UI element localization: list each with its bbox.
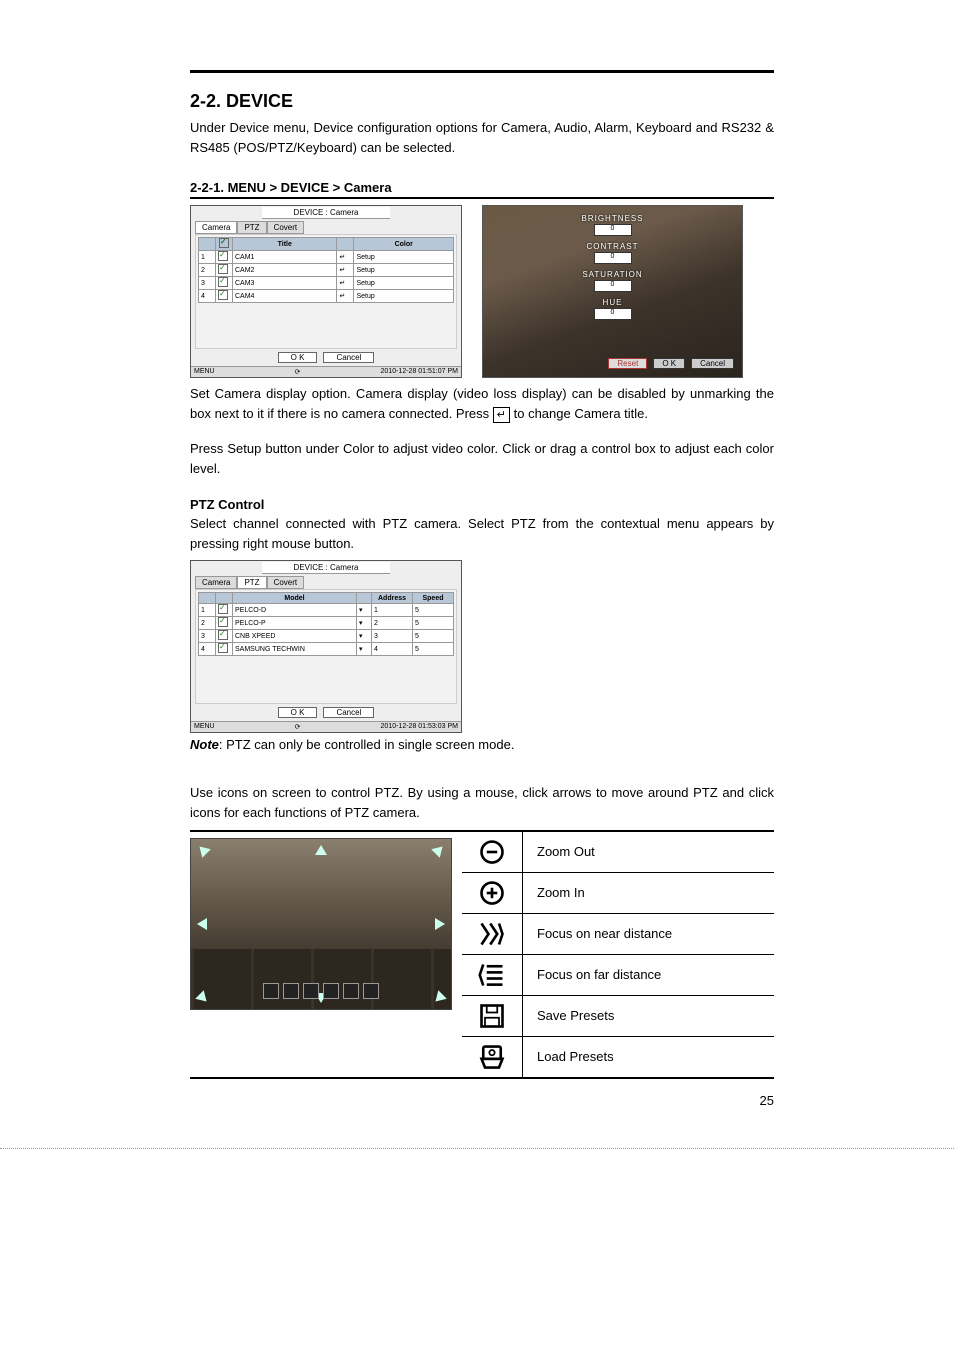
tab-covert[interactable]: Covert [267, 221, 305, 234]
table-row: Focus on far distance [462, 954, 774, 995]
section-title: 2-2. DEVICE [190, 91, 774, 112]
brightness-label: BRIGHTNESS [528, 214, 698, 223]
camera-dialog-screenshot: DEVICE : Camera Camera PTZ Covert Title … [190, 205, 462, 378]
ptz-paragraph: Select channel connected with PTZ camera… [190, 514, 774, 554]
tab-ptz[interactable]: PTZ [237, 221, 266, 234]
tab-camera[interactable]: Camera [195, 576, 237, 589]
tab-camera[interactable]: Camera [195, 221, 237, 234]
table-row: Save Presets [462, 995, 774, 1036]
status-icons: ⟳ [295, 723, 301, 731]
ptz-table: Model Address Speed 1PELCO-D▾15 2PELCO-P… [198, 592, 454, 656]
focus-far-label: Focus on far distance [523, 967, 661, 982]
dialog-breadcrumb: DEVICE : Camera [262, 562, 390, 574]
color-adjust-screenshot: BRIGHTNESS 0 CONTRAST 0 SATURATION 0 HUE… [482, 205, 743, 378]
zoom-out-label: Zoom Out [523, 844, 595, 859]
ok-button[interactable]: O K [653, 358, 685, 369]
arrow-left-icon[interactable] [197, 918, 207, 930]
dialog-breadcrumb: DEVICE : Camera [262, 207, 390, 219]
ok-button[interactable]: O K [278, 352, 318, 363]
col-title: Title [233, 238, 337, 251]
contrast-label: CONTRAST [528, 242, 698, 251]
tab-covert[interactable]: Covert [267, 576, 305, 589]
arrow-nw-icon[interactable] [195, 842, 211, 858]
note-line: Note: PTZ can only be controlled in sing… [190, 735, 774, 755]
hue-label: HUE [528, 298, 698, 307]
ptz-heading: PTZ Control [190, 497, 774, 512]
col-model: Model [233, 593, 357, 604]
tab-ptz[interactable]: PTZ [237, 576, 266, 589]
focus-far-icon [478, 961, 506, 989]
ok-button[interactable]: O K [278, 707, 318, 718]
arrow-sw-icon[interactable] [195, 990, 211, 1006]
camera-table: Title Color 1CAM1↵Setup 2CAM2↵Setup 3CAM… [198, 237, 454, 303]
col-speed: Speed [413, 593, 454, 604]
ptz-control-screenshot [190, 838, 452, 1010]
camera-paragraph-1: Set Camera display option. Camera displa… [190, 384, 774, 424]
use-icons-paragraph: Use icons on screen to control PTZ. By u… [190, 783, 774, 823]
save-presets-icon [478, 1002, 506, 1030]
focus-near-icon [478, 920, 506, 948]
menu-label[interactable]: MENU [194, 723, 215, 731]
ptz-dialog-screenshot: DEVICE : Camera Camera PTZ Covert Model … [190, 560, 462, 733]
load-presets-icon [478, 1043, 506, 1071]
arrow-right-icon[interactable] [435, 918, 445, 930]
page-number: 25 [190, 1093, 774, 1108]
brightness-slider[interactable]: 0 [594, 224, 632, 236]
ptz-function-bar[interactable] [263, 983, 379, 999]
status-icons: ⟳ [295, 368, 301, 376]
table-row: Focus on near distance [462, 913, 774, 954]
focus-near-label: Focus on near distance [523, 926, 672, 941]
col-color: Color [354, 238, 454, 251]
arrow-ne-icon[interactable] [431, 842, 447, 858]
camera-paragraph-2: Press Setup button under Color to adjust… [190, 439, 774, 479]
table-row: Load Presets [462, 1036, 774, 1077]
zoom-in-icon [478, 879, 506, 907]
status-time: 2010-12-28 01:53:03 PM [381, 723, 458, 731]
save-presets-label: Save Presets [523, 1008, 614, 1023]
load-presets-label: Load Presets [523, 1049, 614, 1064]
col-address: Address [372, 593, 413, 604]
hue-slider[interactable]: 0 [594, 308, 632, 320]
cancel-button[interactable]: Cancel [323, 352, 374, 363]
zoom-in-label: Zoom In [523, 885, 585, 900]
cancel-button[interactable]: Cancel [323, 707, 374, 718]
saturation-label: SATURATION [528, 270, 698, 279]
zoom-out-icon [478, 838, 506, 866]
status-time: 2010-12-28 01:51:07 PM [381, 368, 458, 376]
intro-paragraph: Under Device menu, Device configuration … [190, 118, 774, 158]
saturation-slider[interactable]: 0 [594, 280, 632, 292]
cancel-button[interactable]: Cancel [691, 358, 734, 369]
table-row: Zoom Out [462, 832, 774, 872]
arrow-up-icon[interactable] [315, 845, 327, 855]
reset-button[interactable]: Reset [608, 358, 647, 369]
contrast-slider[interactable]: 0 [594, 252, 632, 264]
subsection-title: 2-2-1. MENU > DEVICE > Camera [190, 180, 774, 199]
menu-label[interactable]: MENU [194, 368, 215, 376]
enter-key-icon: ↵ [493, 407, 510, 423]
arrow-se-icon[interactable] [431, 990, 447, 1006]
table-row: Zoom In [462, 872, 774, 913]
